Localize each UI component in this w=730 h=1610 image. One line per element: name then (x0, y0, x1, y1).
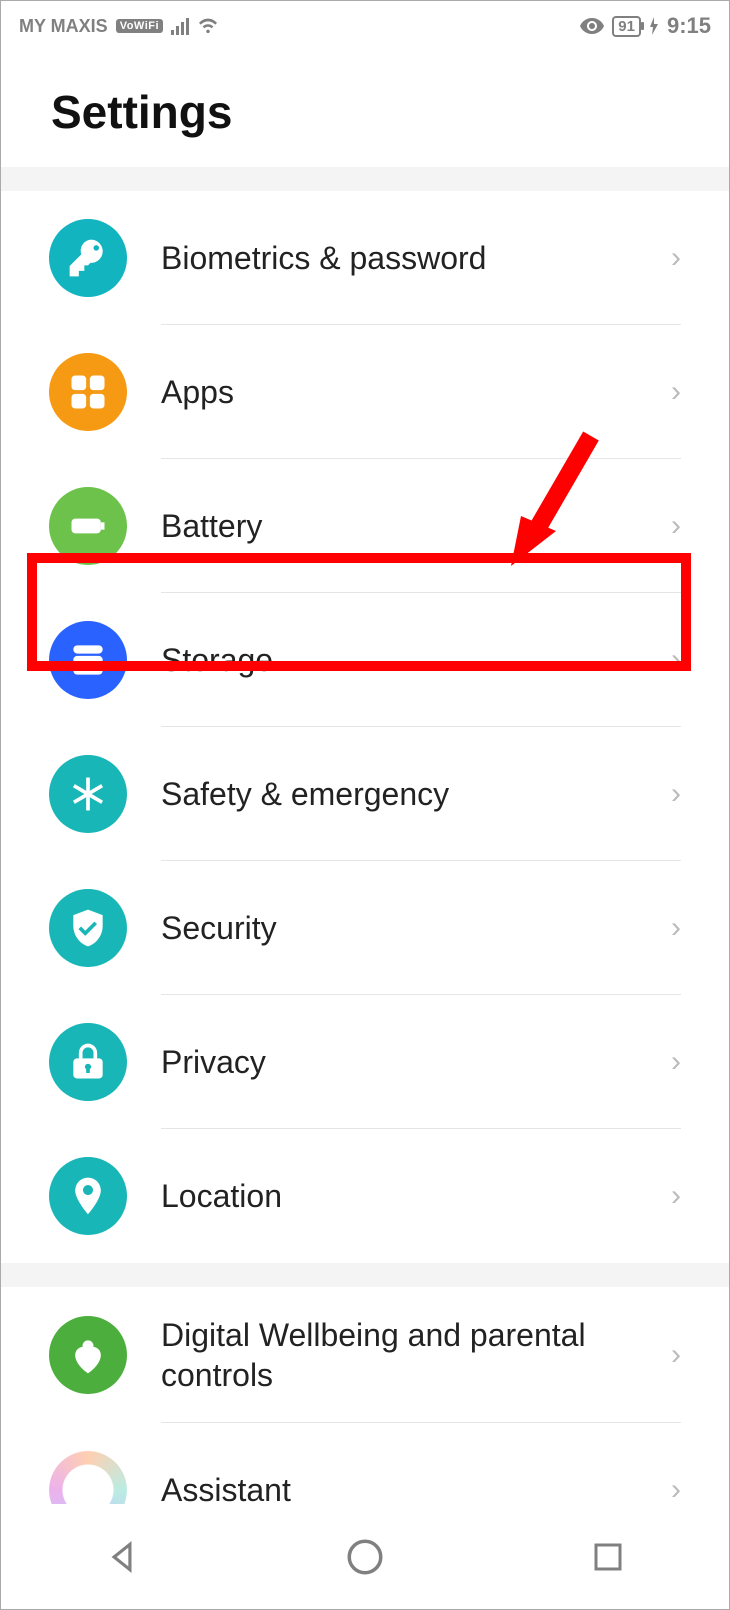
lock-icon (49, 1023, 127, 1101)
item-label: Digital Wellbeing and parental controls (161, 1315, 659, 1395)
carrier-label: MY MAXIS (19, 16, 108, 37)
chevron-right-icon: › (671, 509, 681, 543)
item-label: Security (161, 908, 277, 948)
item-label: Safety & emergency (161, 774, 449, 814)
settings-item-battery[interactable]: Battery › (1, 459, 729, 593)
item-label: Apps (161, 372, 234, 412)
eye-icon (580, 17, 604, 35)
chevron-right-icon: › (671, 241, 681, 275)
chevron-right-icon: › (671, 1179, 681, 1213)
apps-icon (49, 353, 127, 431)
chevron-right-icon: › (671, 777, 681, 811)
clock: 9:15 (667, 13, 711, 39)
back-button[interactable] (47, 1522, 197, 1592)
page-title: Settings (51, 85, 679, 139)
asterisk-icon (49, 755, 127, 833)
item-label: Privacy (161, 1042, 266, 1082)
status-bar: MY MAXIS VoWiFi 91 9:15 (1, 1, 729, 51)
settings-item-biometrics[interactable]: Biometrics & password › (1, 191, 729, 325)
item-label: Battery (161, 506, 262, 546)
settings-group-1: Biometrics & password › Apps › Battery ›… (1, 191, 729, 1263)
settings-item-privacy[interactable]: Privacy › (1, 995, 729, 1129)
settings-item-apps[interactable]: Apps › (1, 325, 729, 459)
back-triangle-icon (103, 1538, 141, 1576)
section-divider (1, 1263, 729, 1287)
settings-item-security[interactable]: Security › (1, 861, 729, 995)
item-label: Location (161, 1176, 282, 1216)
chevron-right-icon: › (671, 1045, 681, 1079)
chevron-right-icon: › (671, 911, 681, 945)
heart-icon (49, 1316, 127, 1394)
signal-icon (171, 17, 189, 35)
settings-item-location[interactable]: Location › (1, 1129, 729, 1263)
wifi-icon (197, 17, 219, 35)
section-divider (1, 167, 729, 191)
battery-icon (49, 487, 127, 565)
home-button[interactable] (290, 1522, 440, 1592)
battery-indicator: 91 (612, 16, 641, 37)
recents-square-icon (590, 1539, 626, 1575)
charging-icon (649, 17, 659, 35)
storage-icon (49, 621, 127, 699)
vowifi-badge: VoWiFi (116, 19, 163, 33)
settings-item-wellbeing[interactable]: Digital Wellbeing and parental controls … (1, 1287, 729, 1423)
navigation-bar (1, 1504, 729, 1609)
pin-icon (49, 1157, 127, 1235)
key-icon (49, 219, 127, 297)
chevron-right-icon: › (671, 1473, 681, 1507)
item-label: Storage (161, 640, 273, 680)
recents-button[interactable] (533, 1522, 683, 1592)
page-header: Settings (1, 51, 729, 167)
settings-item-safety[interactable]: Safety & emergency › (1, 727, 729, 861)
chevron-right-icon: › (671, 643, 681, 677)
item-label: Biometrics & password (161, 238, 486, 278)
chevron-right-icon: › (671, 375, 681, 409)
settings-item-storage[interactable]: Storage › (1, 593, 729, 727)
chevron-right-icon: › (671, 1338, 681, 1372)
home-circle-icon (344, 1536, 386, 1578)
shield-icon (49, 889, 127, 967)
